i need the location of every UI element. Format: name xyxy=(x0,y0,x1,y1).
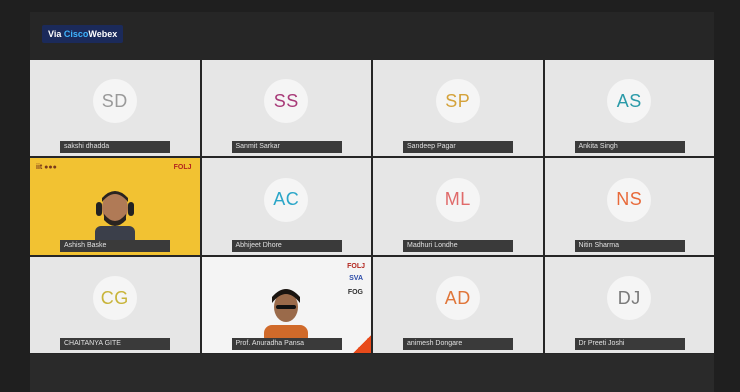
participant-video-icon xyxy=(264,288,309,345)
participant-name: animesh Dongare xyxy=(403,338,513,350)
participant-name: Sandeep Pagar xyxy=(403,141,513,154)
avatar: NS xyxy=(607,177,652,222)
participant-name: Nitin Sharma xyxy=(574,239,685,252)
participant-video-tile[interactable]: FOLJ SVA FOG Prof. Anuradha Pansa xyxy=(201,256,371,353)
participant-name: Sanmit Sarkar xyxy=(231,141,342,154)
decorative-stripe xyxy=(353,335,371,353)
avatar: SP xyxy=(435,79,480,124)
badge-prefix: Via xyxy=(48,29,64,39)
participant-name: Ankita Singh xyxy=(574,141,685,154)
webex-badge: Via CiscoWebex xyxy=(42,25,124,43)
avatar: ML xyxy=(435,177,480,222)
participant-tile[interactable]: SP Sandeep Pagar xyxy=(373,60,543,157)
badge-suffix: Webex xyxy=(88,29,118,39)
participant-name: CHAITANYA GITE xyxy=(60,338,170,350)
participant-video-tile[interactable]: iit ●●● FOLJ Ashish Baske xyxy=(30,158,200,255)
participant-tile[interactable]: DJ Dr Preeti Joshi xyxy=(544,256,714,353)
participant-tile[interactable]: AS Ankita Singh xyxy=(544,60,714,157)
meeting-control-bar xyxy=(30,354,714,392)
avatar: AC xyxy=(264,177,309,222)
avatar: AS xyxy=(607,79,652,124)
participant-tile[interactable]: AC Abhijeet Dhore xyxy=(201,158,371,255)
participant-name: Dr Preeti Joshi xyxy=(574,338,685,350)
event-logo: FOLJ xyxy=(173,164,192,172)
participant-name: Abhijeet Dhore xyxy=(231,239,342,252)
participant-name: Madhuri Londhe xyxy=(403,239,513,252)
participant-video-icon xyxy=(94,191,135,247)
participant-name: sakshi dhadda xyxy=(60,141,170,154)
participant-tile[interactable]: NS Nitin Sharma xyxy=(544,158,714,255)
avatar: AD xyxy=(435,276,480,321)
participant-tile[interactable]: SS Sanmit Sarkar xyxy=(201,60,371,157)
event-logo: iit ●●● xyxy=(36,164,57,172)
participant-tile[interactable]: ML Madhuri Londhe xyxy=(373,158,543,255)
participant-tile[interactable]: AD animesh Dongare xyxy=(373,256,543,353)
avatar: DJ xyxy=(607,276,652,321)
avatar: SS xyxy=(264,79,309,124)
avatar: CG xyxy=(92,276,137,321)
badge-brand: Cisco xyxy=(63,29,89,39)
event-logo: FOLJ xyxy=(347,262,365,270)
event-logo: SVA xyxy=(349,274,363,282)
avatar: SD xyxy=(92,79,137,124)
participant-name: Ashish Baske xyxy=(60,239,170,252)
participant-grid: SD sakshi dhadda SS Sanmit Sarkar SP San… xyxy=(30,60,714,353)
event-logo: FOG xyxy=(347,288,363,296)
participant-tile[interactable]: CG CHAITANYA GITE xyxy=(30,256,200,353)
participant-tile[interactable]: SD sakshi dhadda xyxy=(30,60,200,157)
participant-name: Prof. Anuradha Pansa xyxy=(231,338,342,350)
